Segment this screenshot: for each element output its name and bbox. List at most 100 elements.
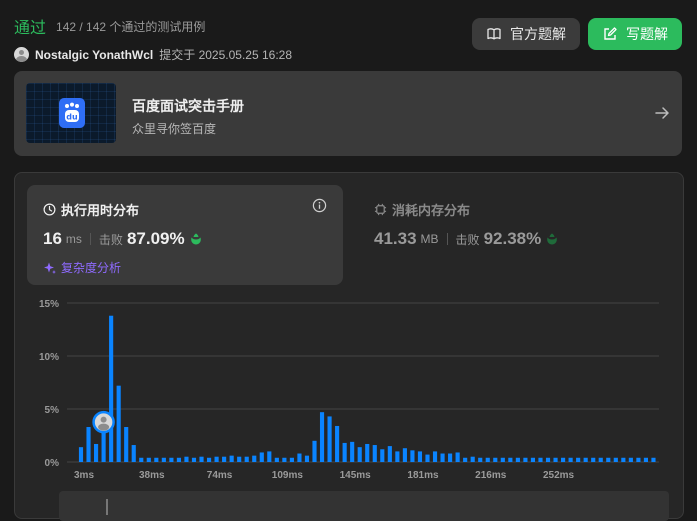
user-avatar[interactable] <box>14 47 29 62</box>
histogram-bar[interactable] <box>214 456 219 462</box>
histogram-bar[interactable] <box>500 457 505 462</box>
histogram-bar[interactable] <box>101 429 106 462</box>
histogram-bar[interactable] <box>222 456 227 462</box>
histogram-bar[interactable] <box>327 416 332 462</box>
histogram-bar[interactable] <box>410 450 415 462</box>
histogram-bar[interactable] <box>86 427 91 462</box>
histogram-bar[interactable] <box>319 412 325 462</box>
histogram-bar[interactable] <box>297 453 302 462</box>
histogram-bar[interactable] <box>455 452 460 462</box>
histogram-bar[interactable] <box>199 456 204 462</box>
histogram-bar[interactable] <box>591 457 596 462</box>
official-solution-label: 官方题解 <box>510 26 566 42</box>
histogram-bar[interactable] <box>651 457 656 462</box>
histogram-bar[interactable] <box>350 441 355 462</box>
histogram-bar[interactable] <box>417 451 423 462</box>
histogram-bar[interactable] <box>425 454 430 462</box>
runtime-card[interactable]: 执行用时分布 16 ms 击败 87.09% 复杂度分析 <box>27 185 343 285</box>
histogram-bar[interactable] <box>335 425 340 462</box>
histogram-bar[interactable] <box>304 455 310 462</box>
histogram-bar[interactable] <box>583 457 588 462</box>
histogram-bar[interactable] <box>154 457 159 462</box>
histogram-bar[interactable] <box>131 445 136 462</box>
histogram-bar[interactable] <box>432 451 438 462</box>
histogram-bar[interactable] <box>448 453 453 462</box>
histogram-bar[interactable] <box>402 448 407 462</box>
histogram-bar[interactable] <box>523 457 528 462</box>
arrow-right-icon[interactable] <box>654 105 670 121</box>
histogram-bar[interactable] <box>161 457 166 462</box>
histogram-bar[interactable] <box>470 456 475 462</box>
histogram-bar[interactable] <box>206 457 212 462</box>
username[interactable]: Nostalgic YonathWcl <box>35 48 153 62</box>
promo-banner[interactable]: du 百度面试突击手册 众里寻你签百度 <box>14 71 682 156</box>
histogram-bar[interactable] <box>372 445 377 462</box>
histogram-bar[interactable] <box>636 457 641 462</box>
histogram-bar[interactable] <box>259 452 264 462</box>
histogram-bar[interactable] <box>146 457 151 462</box>
histogram-bar[interactable] <box>274 457 279 462</box>
sparkle-icon <box>44 262 56 274</box>
histogram-bar[interactable] <box>282 457 287 462</box>
write-solution-button[interactable]: 写题解 <box>588 18 682 50</box>
runtime-distribution-chart[interactable]: 0% 5% 10% 15% 3ms 38ms 74ms 109ms 145ms 181ms 216m… <box>15 291 683 481</box>
runtime-unit: ms <box>65 232 82 246</box>
histogram-bar[interactable] <box>485 457 490 462</box>
histogram-bar[interactable] <box>553 457 558 462</box>
histogram-bar[interactable] <box>184 456 189 462</box>
histogram-bar[interactable] <box>289 457 294 462</box>
histogram-bar[interactable] <box>93 443 99 462</box>
histogram-bar[interactable] <box>244 456 249 462</box>
histogram-bar[interactable] <box>116 385 121 462</box>
histogram-bar[interactable] <box>621 457 626 462</box>
histogram-bar[interactable] <box>139 457 144 462</box>
histogram-bar[interactable] <box>191 457 197 462</box>
histogram-bar[interactable] <box>109 315 114 462</box>
histogram-bar[interactable] <box>176 457 181 462</box>
histogram-bar[interactable] <box>365 443 370 462</box>
histogram-bar[interactable] <box>478 457 483 462</box>
clock-icon <box>43 203 56 216</box>
histogram-bar[interactable] <box>613 457 618 462</box>
histogram-bar[interactable] <box>598 457 603 462</box>
histogram-bar[interactable] <box>515 457 520 462</box>
memory-card[interactable]: 消耗内存分布 41.33 MB 击败 92.38% <box>358 185 674 285</box>
histogram-bar[interactable] <box>568 457 573 462</box>
histogram-bar[interactable] <box>463 457 468 462</box>
banner-subtitle: 众里寻你签百度 <box>132 122 217 136</box>
histogram-bar[interactable] <box>387 446 392 462</box>
histogram-bar[interactable] <box>508 457 513 462</box>
memory-chip-icon <box>374 203 387 216</box>
histogram-bar[interactable] <box>169 457 174 462</box>
histogram-bar[interactable] <box>576 457 581 462</box>
histogram-bar[interactable] <box>395 451 400 462</box>
official-solution-button[interactable]: 官方题解 <box>472 18 580 50</box>
histogram-bar[interactable] <box>628 457 633 462</box>
info-icon[interactable] <box>312 198 327 213</box>
histogram-bar[interactable] <box>606 457 611 462</box>
histogram-bar[interactable] <box>124 427 129 462</box>
histogram-bar[interactable] <box>357 447 362 462</box>
performance-panel: 执行用时分布 16 ms 击败 87.09% 复杂度分析 消耗内存分布 41.3… <box>14 172 684 521</box>
complexity-analysis-link[interactable]: 复杂度分析 <box>43 259 121 276</box>
histogram-bar[interactable] <box>538 457 543 462</box>
histogram-bar[interactable] <box>78 447 84 462</box>
histogram-bar[interactable] <box>237 456 242 462</box>
histogram-bar[interactable] <box>312 440 317 462</box>
scrollbar-handle[interactable] <box>106 499 108 515</box>
status-accepted: 通过 <box>14 20 47 37</box>
histogram-bar[interactable] <box>561 457 566 462</box>
histogram-bar[interactable] <box>440 453 445 462</box>
histogram-bar[interactable] <box>229 455 234 462</box>
histogram-bar[interactable] <box>267 451 272 462</box>
histogram-bar[interactable] <box>493 457 498 462</box>
histogram-bar[interactable] <box>342 442 347 462</box>
x-tick-label: 74ms <box>207 470 233 481</box>
user-position-marker[interactable] <box>92 410 115 434</box>
chart-range-scrollbar[interactable] <box>59 491 669 521</box>
histogram-bar[interactable] <box>530 457 536 462</box>
histogram-bar[interactable] <box>252 455 257 462</box>
histogram-bar[interactable] <box>380 449 385 462</box>
histogram-bar[interactable] <box>643 457 649 462</box>
histogram-bar[interactable] <box>545 457 551 462</box>
